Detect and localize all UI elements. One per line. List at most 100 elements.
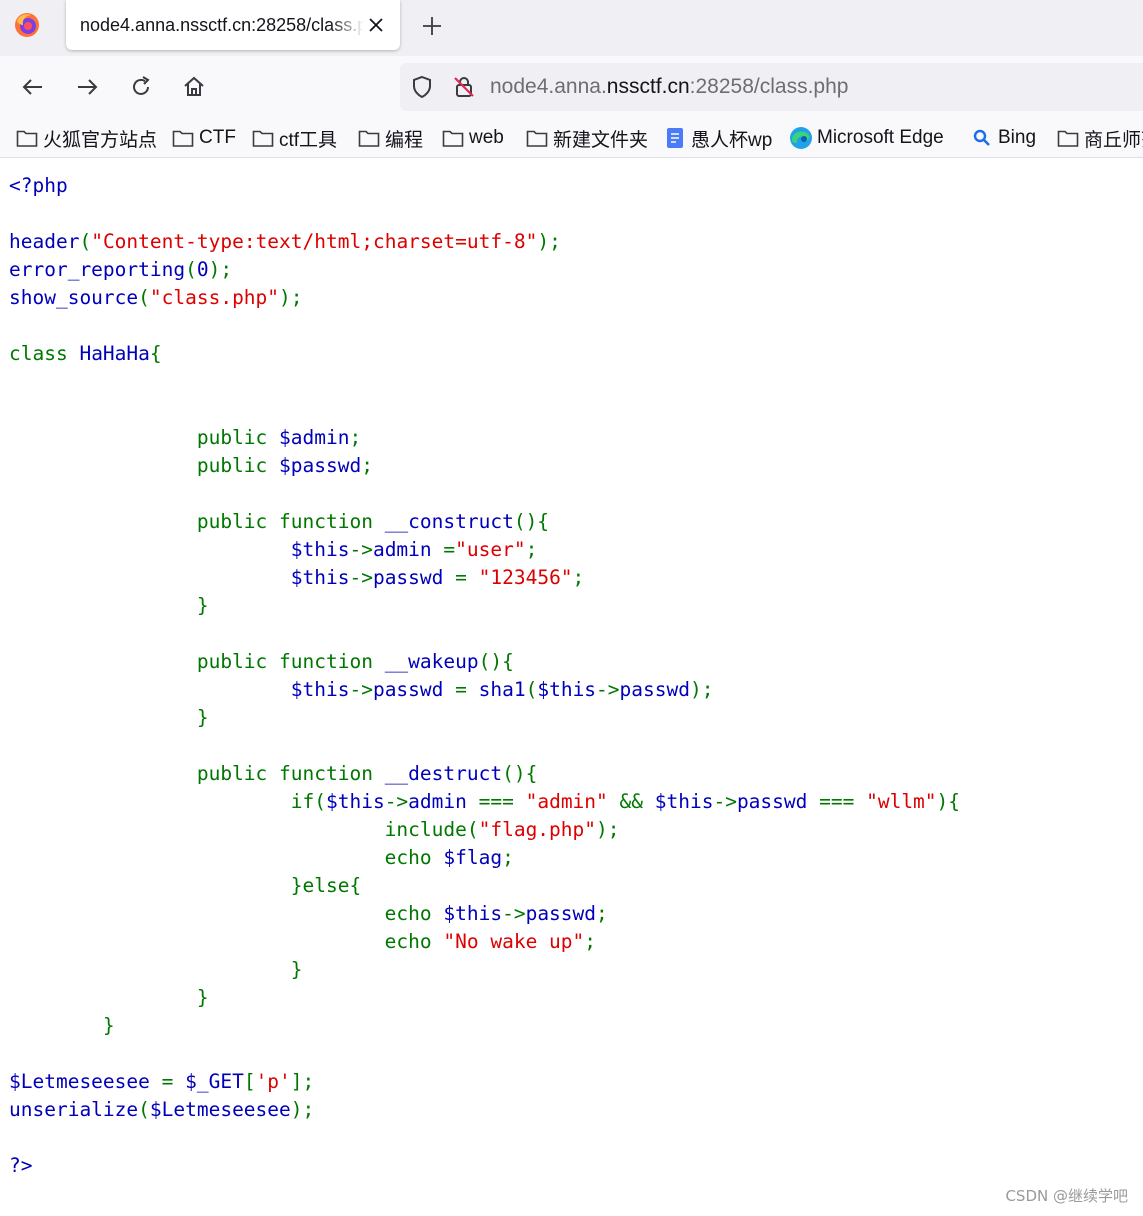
code-identifier-token: passwd [525, 902, 597, 925]
close-icon[interactable] [366, 15, 386, 35]
bookmark-label: 编程 [385, 129, 424, 151]
code-keyword-token: -> [349, 538, 373, 561]
home-icon [184, 76, 204, 96]
bookmark-firefox-official[interactable]: 火狐官方站点 [15, 124, 157, 152]
bookmark-yurenbei-wp[interactable]: 愚人杯wp [663, 124, 772, 152]
firefox-logo-icon[interactable] [12, 10, 42, 40]
code-line: ?> [9, 1152, 960, 1180]
bookmark-programming[interactable]: 编程 [357, 124, 423, 152]
code-identifier-token: $this [443, 902, 503, 925]
code-keyword-token: -> [596, 678, 620, 701]
back-button[interactable] [19, 73, 47, 101]
csdn-watermark: CSDN @继续学吧 [1005, 1187, 1128, 1205]
code-keyword-token [9, 538, 291, 561]
code-identifier-token: passwd [372, 566, 456, 589]
code-keyword-token: } [9, 1014, 115, 1037]
code-line: class HaHaHa{ [9, 340, 960, 368]
code-string-token: "No wake up" [443, 930, 585, 953]
code-identifier-token: 0 [196, 258, 209, 281]
code-line: $this->passwd = sha1($this->passwd); [9, 676, 960, 704]
bookmark-label: 商丘师范 [1084, 129, 1143, 151]
folder-icon [357, 126, 381, 150]
bookmark-new-folder[interactable]: 新建文件夹 [525, 124, 648, 152]
code-line: public function __wakeup(){ [9, 648, 960, 676]
bookmark-shangqiu-normal[interactable]: 商丘师范 [1056, 124, 1143, 152]
code-line: }else{ [9, 872, 960, 900]
code-keyword-token: public function [9, 650, 385, 673]
code-keyword-token: ; [349, 426, 362, 449]
code-keyword-token: } [9, 594, 209, 617]
code-keyword-token: -> [349, 566, 373, 589]
bookmark-bing[interactable]: Bing [970, 124, 1036, 152]
code-string-token: "user" [455, 538, 526, 561]
code-identifier-token: $flag [443, 846, 503, 869]
code-identifier-token: admin [372, 538, 444, 561]
code-identifier-token: error_reporting [9, 258, 186, 281]
active-tab[interactable]: node4.anna.nssctf.cn:28258/class.php [66, 0, 400, 50]
bookmark-microsoft-edge[interactable]: Microsoft Edge [789, 124, 944, 152]
code-keyword-token: [ [243, 1070, 256, 1093]
code-line: public function __construct(){ [9, 508, 960, 536]
code-keyword-token: public function [9, 510, 385, 533]
code-identifier-token: unserialize [9, 1098, 139, 1121]
folder-icon [15, 126, 39, 150]
home-button[interactable] [180, 73, 208, 101]
new-tab-button[interactable] [418, 12, 446, 40]
code-identifier-token: $this [537, 678, 597, 701]
code-keyword-token: } [9, 706, 209, 729]
code-keyword-token: ; [572, 566, 585, 589]
folder-icon [1056, 126, 1080, 150]
document-icon [663, 126, 687, 150]
code-line: echo "No wake up"; [9, 928, 960, 956]
code-keyword-token: -> [713, 790, 737, 813]
code-keyword-token: if( [9, 790, 326, 813]
url-text[interactable]: node4.anna.nssctf.cn:28258/class.php [490, 73, 848, 101]
code-keyword-token: === [478, 790, 526, 813]
code-line: } [9, 704, 960, 732]
code-line: include("flag.php"); [9, 816, 960, 844]
code-string-token: 'p' [255, 1070, 291, 1093]
code-keyword-token [9, 566, 291, 589]
code-keyword-token: ; [361, 454, 373, 477]
insecure-lock-icon[interactable] [450, 73, 478, 101]
tracking-protection-shield-icon[interactable] [408, 73, 436, 101]
code-keyword-token: = [443, 538, 456, 561]
code-identifier-token: __construct [384, 510, 514, 533]
code-keyword-token: ( [525, 678, 538, 701]
code-string-token: "Content-type:text/html;charset=utf-8" [91, 230, 538, 253]
bookmark-label: Bing [998, 127, 1037, 148]
code-line: public function __destruct(){ [9, 760, 960, 788]
code-keyword-token: (){ [502, 762, 538, 785]
folder-icon [171, 126, 195, 150]
code-line: } [9, 592, 960, 620]
code-keyword-token [9, 678, 291, 701]
code-identifier-token: header [9, 230, 80, 253]
code-line: public $passwd; [9, 452, 960, 480]
forward-button[interactable] [73, 73, 101, 101]
reload-button[interactable] [127, 73, 155, 101]
code-identifier-token: passwd [619, 678, 690, 701]
code-line: } [9, 1012, 960, 1040]
plus-icon [423, 17, 441, 35]
bookmark-label: 新建文件夹 [553, 129, 649, 151]
code-line: error_reporting(0); [9, 256, 960, 284]
bookmark-label: CTF [199, 127, 236, 148]
code-identifier-token: passwd [372, 678, 456, 701]
code-string-token: "wllm" [866, 790, 937, 813]
code-line: echo $flag; [9, 844, 960, 872]
bookmark-ctf-tools[interactable]: ctf工具 [251, 124, 337, 152]
code-identifier-token: $this [325, 790, 385, 813]
code-identifier-token: show_source [9, 286, 139, 309]
code-string-token: "flag.php" [478, 818, 597, 841]
bookmark-ctf[interactable]: CTF [171, 124, 236, 152]
bookmark-label: Microsoft Edge [817, 127, 944, 148]
code-line: <?php [9, 172, 960, 200]
code-line: $Letmeseesee = $_GET['p']; [9, 1068, 960, 1096]
bookmark-web[interactable]: web [441, 124, 504, 152]
code-keyword-token: ; [525, 538, 538, 561]
code-keyword-token: ); [596, 818, 620, 841]
